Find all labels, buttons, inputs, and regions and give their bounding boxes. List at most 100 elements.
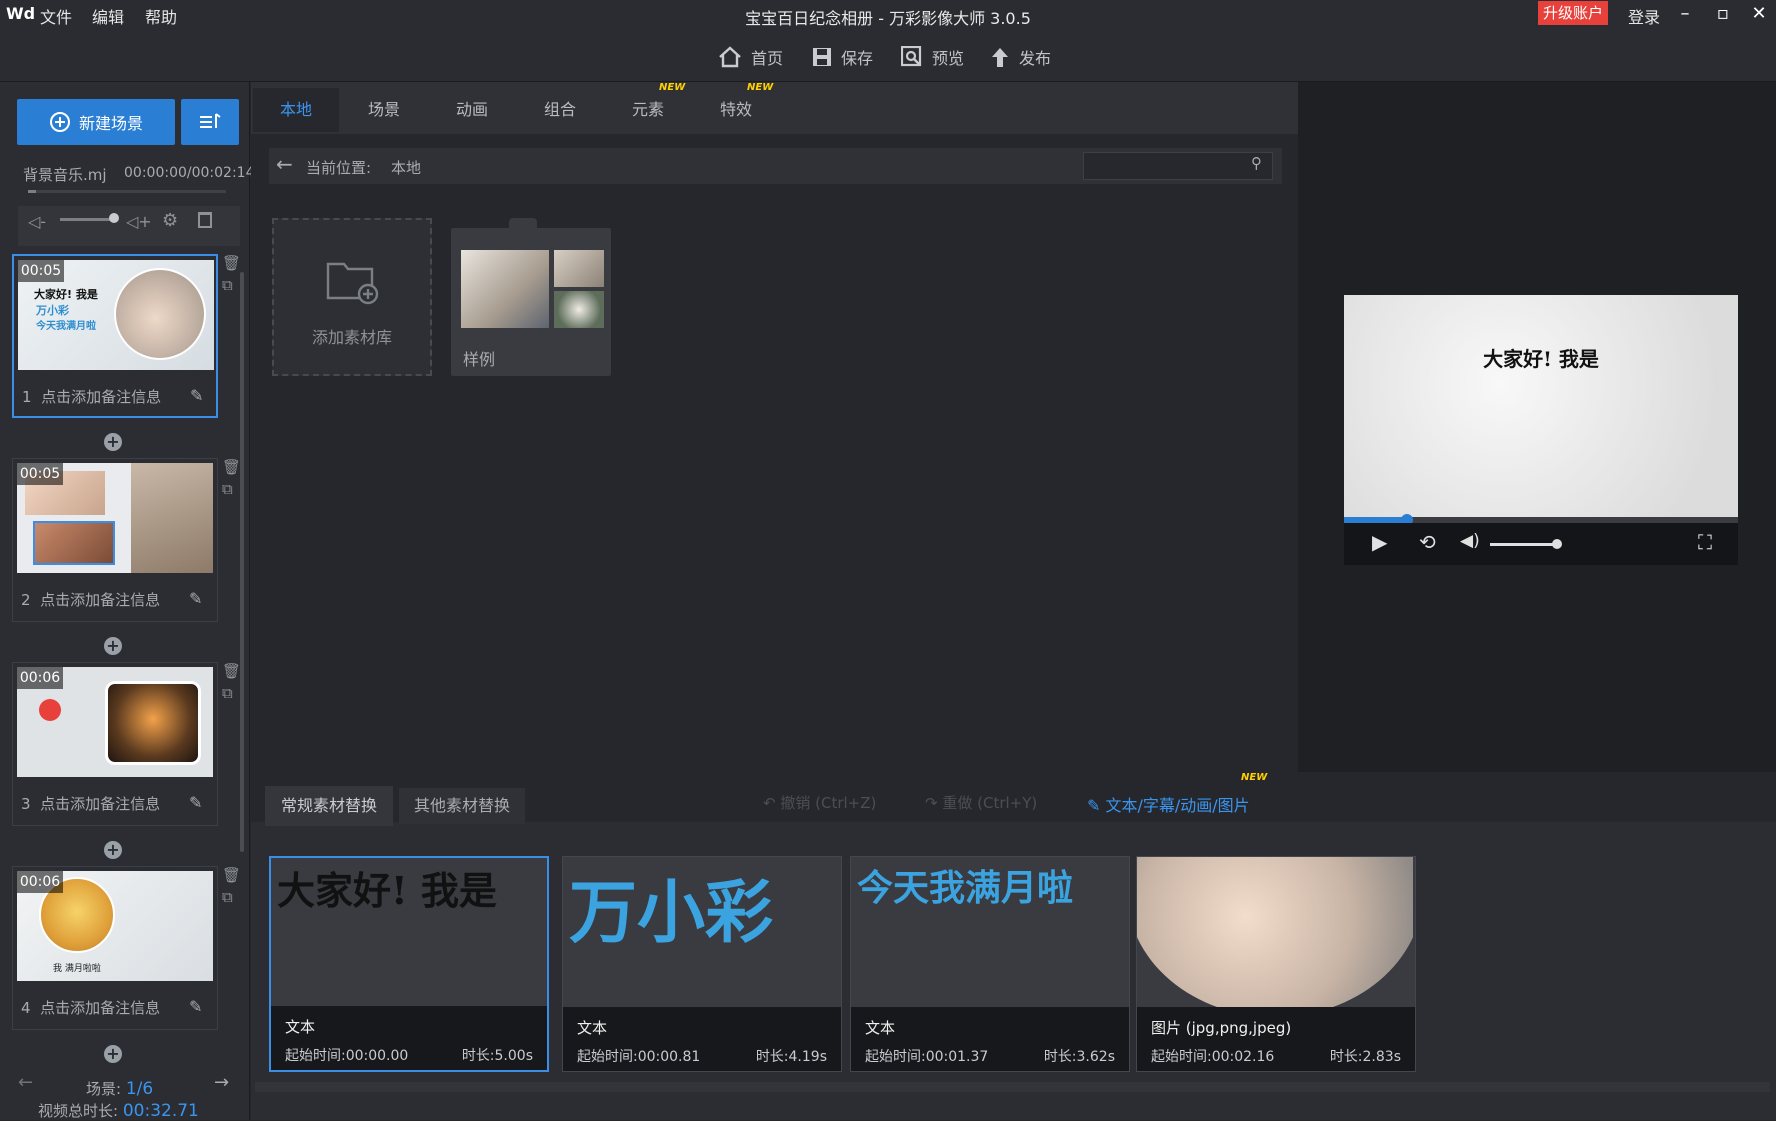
scene-list-scrollbar[interactable]: [240, 272, 244, 852]
scene-card-2[interactable]: 00:05 2 点击添加备注信息 ✎: [12, 458, 218, 622]
scene-duration: 00:06: [17, 871, 63, 893]
delete-scene-icon[interactable]: 🗑: [222, 866, 241, 884]
maximize-icon[interactable]: ▫: [1706, 0, 1740, 30]
music-progress-track[interactable]: [28, 190, 226, 193]
total-duration: 视频总时长: 00:32.71: [38, 1100, 199, 1121]
save-icon: [813, 48, 831, 66]
new-scene-label: 新建场景: [78, 114, 143, 133]
next-page-icon[interactable]: →: [214, 1072, 229, 1093]
undo-label: 撤销 (Ctrl+Z): [780, 794, 877, 812]
volume-up-icon[interactable]: ◁+: [126, 212, 152, 231]
add-scene-icon[interactable]: +: [104, 841, 122, 859]
play-icon[interactable]: ▶: [1372, 530, 1387, 554]
publish-button[interactable]: 发布: [990, 42, 1051, 72]
scene-note[interactable]: 4 点击添加备注信息: [21, 997, 160, 1018]
search-icon[interactable]: ⚲: [1251, 154, 1262, 172]
copy-scene-icon[interactable]: ⧉: [222, 888, 233, 906]
preview-canvas: 大家好! 我是: [1344, 295, 1738, 517]
material-card-3[interactable]: 今天我满月啦 文本 起始时间:00:01.37 时长:3.62s: [850, 856, 1130, 1072]
edit-note-icon[interactable]: ✎: [189, 589, 202, 608]
tab-local[interactable]: 本地: [253, 88, 339, 132]
sample-folder[interactable]: 样例: [451, 218, 611, 376]
prev-page-icon[interactable]: ←: [18, 1072, 33, 1093]
scene-card-1[interactable]: 大家好! 我是 万小彩 今天我满月啦 00:05 1 点击添加备注信息 ✎: [12, 254, 218, 418]
new-scene-button[interactable]: 新建场景: [17, 99, 175, 145]
card-type: 图片 (jpg,png,jpeg): [1151, 1019, 1292, 1037]
scene-note[interactable]: 3 点击添加备注信息: [21, 793, 160, 814]
preview-button[interactable]: 预览: [901, 42, 964, 72]
volume-down-icon[interactable]: ◁-: [28, 212, 46, 231]
delete-music-icon[interactable]: [198, 212, 212, 228]
login-button[interactable]: 登录: [1628, 4, 1660, 28]
save-button[interactable]: 保存: [812, 42, 873, 72]
material-card-4[interactable]: 图片 (jpg,png,jpeg) 起始时间:00:02.16 时长:2.83s: [1136, 856, 1416, 1072]
new-badge: NEW: [1241, 772, 1268, 783]
add-scene-icon[interactable]: +: [104, 433, 122, 451]
tab-regular-replace[interactable]: 常规素材替换: [265, 786, 393, 826]
wedding-photo-2: [554, 250, 604, 287]
add-scene-icon[interactable]: +: [104, 637, 122, 655]
folder-add-icon: [326, 262, 379, 305]
publish-label: 发布: [1019, 49, 1052, 68]
music-volume-slider[interactable]: [60, 218, 116, 221]
preview-volume-slider[interactable]: [1490, 543, 1560, 546]
replay-icon[interactable]: ⟲: [1419, 530, 1436, 554]
card-scrollbar[interactable]: [255, 1082, 1770, 1092]
tab-scene[interactable]: 场景: [341, 88, 427, 132]
scene-text-2: 万小彩: [36, 304, 69, 317]
edit-note-icon[interactable]: ✎: [189, 997, 202, 1016]
scene-index: 3: [21, 795, 31, 813]
tab-effect[interactable]: 特效: [693, 88, 779, 132]
copy-scene-icon[interactable]: ⧉: [222, 276, 233, 294]
tab-animation[interactable]: 动画: [429, 88, 515, 132]
card-type: 文本: [285, 1018, 316, 1036]
home-icon: [719, 46, 741, 68]
scene-note[interactable]: 2 点击添加备注信息: [21, 589, 160, 610]
preview-volume-handle[interactable]: [1551, 539, 1562, 549]
settings-gear-icon[interactable]: ⚙: [162, 210, 178, 231]
photo-silhouette: [105, 681, 201, 765]
copy-scene-icon[interactable]: ⧉: [222, 684, 233, 702]
upgrade-account-button[interactable]: 升级账户: [1538, 1, 1608, 25]
tab-other-replace[interactable]: 其他素材替换: [399, 788, 525, 824]
photo-3: [131, 463, 213, 573]
add-scene-icon[interactable]: +: [104, 1045, 122, 1063]
music-progress-fill: [28, 190, 36, 193]
search-input[interactable]: [1083, 152, 1273, 180]
fullscreen-icon[interactable]: ⛶: [1698, 530, 1712, 554]
scene-card-3[interactable]: 00:06 3 点击添加备注信息 ✎: [12, 662, 218, 826]
title-bar: Wd 文件 编辑 帮助 宝宝百日纪念相册 - 万彩影像大师 3.0.5 升级账户…: [0, 0, 1776, 30]
delete-scene-icon[interactable]: 🗑: [222, 662, 241, 680]
home-button[interactable]: 首页: [718, 42, 783, 72]
list-icon: [200, 113, 221, 128]
material-library: 本地 场景 动画 组合 元素 特效 NEW NEW ← 当前位置: 本地 ⚲ 添…: [251, 82, 1298, 772]
scene-card-4[interactable]: 我 满月啦啦 00:06 4 点击添加备注信息 ✎: [12, 866, 218, 1030]
minimize-icon[interactable]: –: [1668, 0, 1702, 30]
add-library-label: 添加素材库: [311, 328, 392, 347]
upload-icon: [992, 48, 1008, 67]
add-library-card[interactable]: 添加素材库: [272, 218, 432, 376]
card-duration: 时长:3.62s: [1043, 1049, 1115, 1065]
tab-combo[interactable]: 组合: [517, 88, 603, 132]
card-duration: 时长:5.00s: [461, 1048, 533, 1064]
close-icon[interactable]: ✕: [1742, 0, 1776, 30]
undo-button[interactable]: ↶ 撤销 (Ctrl+Z): [763, 792, 876, 813]
delete-scene-icon[interactable]: 🗑: [222, 458, 241, 476]
edit-content-link[interactable]: ✎ 文本/字幕/动画/图片: [1087, 792, 1250, 816]
tab-element[interactable]: 元素: [605, 88, 691, 132]
edit-note-icon[interactable]: ✎: [189, 793, 202, 812]
scene-note[interactable]: 1 点击添加备注信息: [22, 386, 161, 407]
material-card-2[interactable]: 万小彩 文本 起始时间:00:00.81 时长:4.19s: [562, 856, 842, 1072]
preview-text: 大家好! 我是: [1483, 347, 1599, 371]
redo-button[interactable]: ↷ 重做 (Ctrl+Y): [925, 792, 1037, 813]
edit-note-icon[interactable]: ✎: [190, 386, 203, 405]
delete-scene-icon[interactable]: 🗑: [222, 254, 241, 272]
back-arrow-icon[interactable]: ←: [276, 152, 293, 176]
copy-scene-icon[interactable]: ⧉: [222, 480, 233, 498]
scene-list-button[interactable]: [181, 99, 239, 145]
scene-text-1: 大家好! 我是: [34, 288, 98, 301]
material-card-1[interactable]: 大家好! 我是 文本 起始时间:00:00.00 时长:5.00s: [269, 856, 549, 1072]
volume-icon[interactable]: ◀): [1460, 531, 1480, 551]
music-volume-handle[interactable]: [109, 213, 119, 223]
card-text-preview: 今天我满月啦: [857, 867, 1074, 909]
